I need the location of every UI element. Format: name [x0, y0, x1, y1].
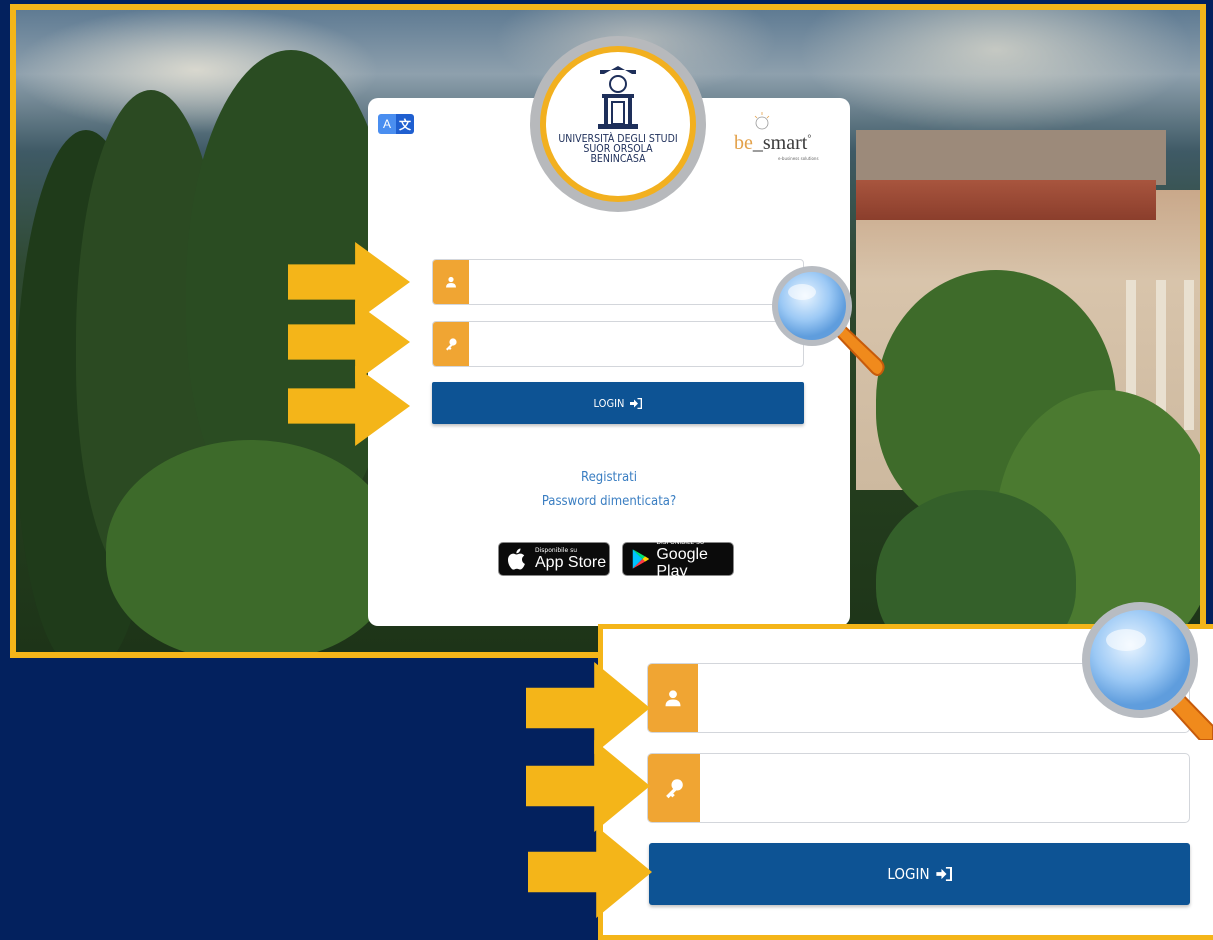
login-button[interactable]: LOGIN: [432, 382, 804, 424]
sign-in-icon: [630, 397, 643, 409]
forgot-password-link[interactable]: Password dimenticata?: [368, 494, 850, 509]
brand-mark: °: [807, 133, 812, 145]
apple-icon: [507, 548, 525, 570]
key-icon: [433, 322, 469, 366]
user-icon: [648, 664, 698, 732]
password-field[interactable]: [432, 321, 804, 367]
username-field[interactable]: [432, 259, 804, 305]
key-icon: [648, 754, 700, 822]
magnifier-icon: [1082, 602, 1213, 740]
app-store-badge[interactable]: Disponibile su App Store: [498, 542, 610, 576]
app-store-small: Disponibile su: [535, 547, 578, 554]
building-wall: [856, 130, 1166, 185]
google-play-badge[interactable]: DISPONIBILE SU Google Play: [622, 538, 734, 580]
university-seal: Università degli Studi Suor Orsola Benin…: [530, 36, 706, 212]
brand-tagline: e-business solutions: [778, 156, 819, 161]
lightbulb-icon: [754, 112, 770, 130]
translate-button[interactable]: A 文: [378, 114, 414, 134]
zoom-password-input[interactable]: [706, 754, 1189, 822]
google-play-small: DISPONIBILE SU: [656, 538, 705, 546]
temple-emblem: [598, 66, 638, 129]
google-play-icon: [632, 549, 650, 569]
sign-in-icon: [935, 867, 952, 881]
zoom-password-field[interactable]: [647, 753, 1190, 823]
username-input[interactable]: [473, 260, 803, 304]
besmart-logo: be_smart° e-business solutions: [734, 112, 844, 162]
translate-icon-alt: 文: [396, 114, 414, 134]
zoom-login-label: LOGIN: [887, 865, 930, 883]
magnifier-icon: [772, 266, 885, 376]
seal-line-3: Benincasa: [590, 153, 646, 165]
hedge: [106, 440, 396, 652]
building-roof: [856, 180, 1156, 220]
brand-main: smart: [762, 132, 808, 154]
password-input[interactable]: [473, 322, 803, 366]
register-link[interactable]: Registrati: [368, 470, 850, 485]
app-store-big: App Store: [535, 554, 607, 571]
login-label: LOGIN: [593, 396, 625, 410]
translate-icon: A: [378, 114, 396, 134]
zoom-login-button[interactable]: LOGIN: [649, 843, 1190, 905]
arch-column: [1184, 280, 1194, 430]
google-play-big: Google Play: [656, 545, 708, 580]
user-icon: [433, 260, 469, 304]
besmart-wordmark: be_smart°: [734, 132, 812, 154]
seal-text: Università degli Studi Suor Orsola Benin…: [546, 134, 690, 165]
brand-prefix: be: [734, 132, 753, 154]
